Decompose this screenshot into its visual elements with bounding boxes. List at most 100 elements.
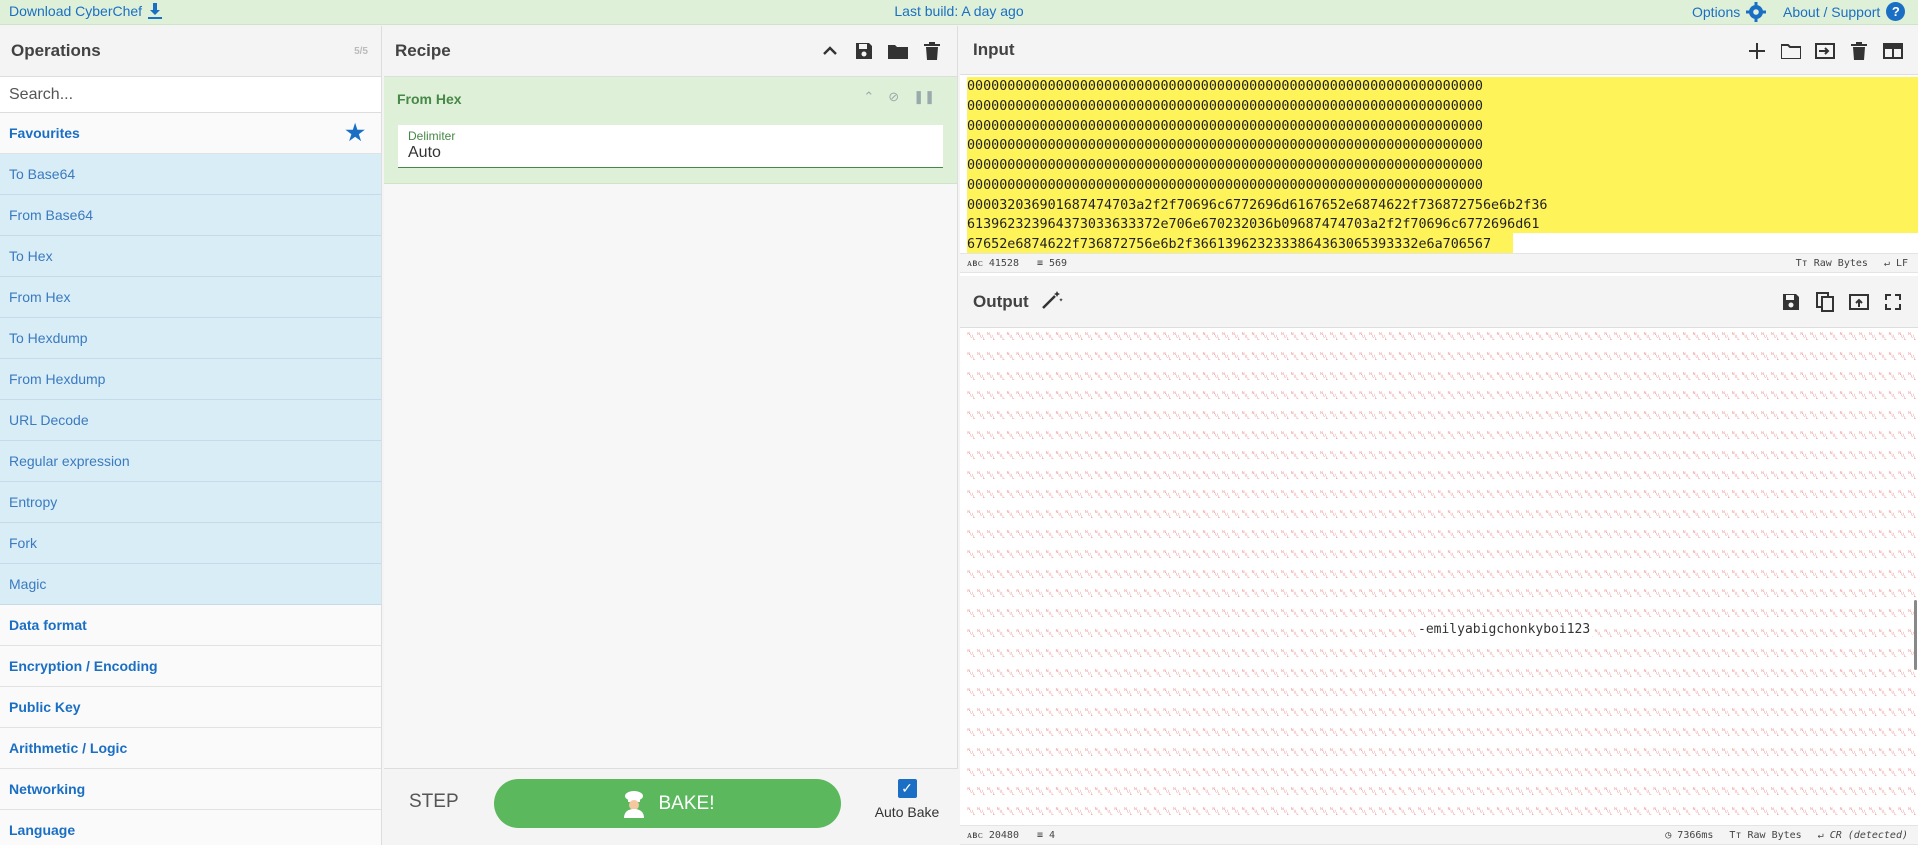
recipe-operation-from-hex[interactable]: From Hex ⌃ ⊘ ❚❚ Delimiter Auto (384, 77, 957, 184)
operation-item[interactable]: To Base64 (0, 154, 381, 195)
output-row: ␀␀␀␀␀␀␀␀␀␀␀␀␀␀␀␀␀␀␀␀␀␀␀␀␀␀␀␀␀␀␀␀␀␀␀␀␀␀␀␀… (967, 330, 1917, 343)
save-icon (1783, 294, 1799, 310)
step-button[interactable]: STEP (409, 791, 459, 813)
operations-count: 5/5 (354, 46, 368, 57)
operation-item[interactable]: From Base64 (0, 195, 381, 236)
clear-recipe-button[interactable] (921, 40, 943, 62)
input-title: Input (973, 40, 1015, 59)
output-lines-value: 4 (1049, 830, 1056, 841)
maximise-output-button[interactable] (1882, 291, 1904, 313)
magic-wand-icon[interactable] (1041, 290, 1063, 315)
search-box (0, 77, 381, 113)
category-data-format[interactable]: Data format (0, 605, 381, 646)
reset-layout-button[interactable] (1882, 40, 1904, 62)
copy-icon (1816, 292, 1834, 312)
operations-title: Operations (11, 41, 101, 60)
delimiter-label: Delimiter (408, 129, 456, 143)
breakpoint-pause-icon[interactable]: ❚❚ (913, 89, 935, 105)
input-chr-enc-button[interactable]: Tт Raw Bytes (1796, 258, 1868, 269)
auto-bake-label: Auto Bake (874, 804, 940, 820)
auto-bake-toggle[interactable]: ✓ Auto Bake (868, 779, 946, 820)
favourites-list: To Base64 From Base64 To Hex From Hex To… (0, 154, 381, 605)
output-row: ␀␀␀␀␀␀␀␀␀␀␀␀␀␀␀␀␀␀␀␀␀␀␀␀␀␀␀␀␀␀␀␀␀␀␀␀␀␀␀␀… (967, 428, 1917, 442)
input-eol-button[interactable]: ↵ LF (1884, 258, 1908, 269)
output-lines-stat: ≡ 4 (1036, 830, 1056, 841)
output-textarea[interactable]: ␀␀␀␀␀␀␀␀␀␀␀␀␀␀␀␀␀␀␀␀␀␀␀␀␀␀␀␀␀␀␀␀␀␀␀␀␀␀␀␀… (960, 328, 1918, 825)
output-row: ␀␀␀␀␀␀␀␀␀␀␀␀␀␀␀␀␀␀␀␀␀␀␀␀␀␀␀␀␀␀␀␀␀␀␀␀␀␀␀␀… (967, 349, 1917, 363)
replace-input-button[interactable] (1848, 291, 1870, 313)
operations-panel: Operations 5/5 Favourites ★ To Base64 Fr… (0, 26, 382, 845)
output-eol-button[interactable]: ↵ CR (detected) (1818, 830, 1908, 841)
output-scrollbar[interactable] (1914, 600, 1917, 670)
clear-input-button[interactable] (1848, 40, 1870, 62)
operation-item[interactable]: URL Decode (0, 400, 381, 441)
operation-item[interactable]: From Hexdump (0, 359, 381, 400)
save-recipe-button[interactable] (853, 40, 875, 62)
output-row: ␀␀␀␀␀␀␀␀␀␀␀␀␀␀␀␀␀␀␀␀␀␀␀␀␀␀␀␀␀␀␀␀␀␀␀␀␀␀␀␀… (967, 409, 1917, 423)
output-row: ␀␀␀␀␀␀␀␀␀␀␀␀␀␀␀␀␀␀␀␀␀␀␀␀␀␀␀␀␀␀␀␀␀␀␀␀␀␀␀␀… (967, 369, 1917, 383)
output-row: ␀␀␀␀␀␀␀␀␀␀␀␀␀␀␀␀␀␀␀␀␀␀␀␀␀␀␀␀␀␀␀␀␀␀␀␀␀␀␀␀… (967, 448, 1917, 462)
open-file-button[interactable] (1814, 40, 1836, 62)
output-chr-enc-button[interactable]: Tт Raw Bytes (1729, 830, 1801, 841)
operation-item[interactable]: Fork (0, 523, 381, 564)
output-decoded-text: -emilyabigchonkyboi123 (1416, 622, 1593, 637)
category-networking[interactable]: Networking (0, 769, 381, 810)
delimiter-field[interactable]: Delimiter Auto (398, 125, 943, 168)
input-line: 0000000000000000000000000000000000000000… (967, 158, 1483, 173)
operation-item[interactable]: Magic (0, 564, 381, 605)
operations-header: Operations 5/5 (0, 26, 381, 77)
operation-item[interactable]: To Hex (0, 236, 381, 277)
operation-item[interactable]: From Hex (0, 277, 381, 318)
options-label: Options (1692, 4, 1741, 20)
operation-item[interactable]: To Hexdump (0, 318, 381, 359)
auto-bake-checkbox[interactable]: ✓ (897, 779, 917, 798)
file-input-icon (1815, 43, 1835, 59)
search-input[interactable] (0, 77, 381, 112)
last-build-link[interactable]: Last build: A day ago (894, 3, 1023, 19)
output-row: ␀␀␀␀␀␀␀␀␀␀␀␀␀␀␀␀␀␀␀␀␀␀␀␀␀␀␀␀␀␀␀␀␀␀␀␀␀␀␀␀… (967, 547, 1917, 561)
open-folder-button[interactable] (1780, 40, 1802, 62)
bake-time-stat: ◷ 7366ms (1665, 830, 1714, 841)
download-cyberchef-link[interactable]: Download CyberChef (9, 3, 163, 19)
output-length-stat: ᴀʙᴄ 20480 (967, 830, 1019, 841)
category-arithmetic-logic[interactable]: Arithmetic / Logic (0, 728, 381, 769)
category-encryption-encoding[interactable]: Encryption / Encoding (0, 646, 381, 687)
output-row: ␀␀␀␀␀␀␀␀␀␀␀␀␀␀␀␀␀␀␀␀␀␀␀␀␀␀␀␀␀␀␀␀␀␀␀␀␀␀␀␀… (967, 567, 1917, 581)
input-panel: Input 0000000000000000000000000000000000… (960, 26, 1918, 276)
input-line: 0000000000000000000000000000000000000000… (967, 98, 1483, 114)
output-row: ␀␀␀␀␀␀␀␀␀␀␀␀␀␀␀␀␀␀␀␀␀␀␀␀␀␀␀␀␀␀␀␀␀␀␀␀␀␀␀␀… (967, 488, 1917, 502)
category-public-key[interactable]: Public Key (0, 687, 381, 728)
category-language[interactable]: Language (0, 810, 381, 845)
about-support-link[interactable]: About / Support ? (1783, 2, 1906, 21)
input-textarea[interactable]: 0000000000000000000000000000000000000000… (960, 75, 1918, 257)
trash-icon (924, 42, 940, 60)
options-link[interactable]: Options (1692, 2, 1767, 22)
input-line: 67652e6874622f736872756e6b2f366139623233… (967, 237, 1492, 252)
chevron-up-icon[interactable]: ⌃ (863, 89, 874, 105)
trash-icon (1851, 42, 1867, 60)
category-favourites[interactable]: Favourites ★ (0, 113, 381, 154)
output-row: ␀␀␀␀␀␀␀␀␀␀␀␀␀␀␀␀␀␀␀␀␀␀␀␀␀␀␀␀␀␀␀␀␀␀␀␀␀␀␀␀… (967, 686, 1917, 700)
operation-item[interactable]: Entropy (0, 482, 381, 523)
bake-button[interactable]: BAKE! (494, 779, 841, 828)
output-row: ␀␀␀␀␀␀␀␀␀␀␀␀␀␀␀␀␀␀␀␀␀␀␀␀␀␀␀␀␀␀␀␀␀␀␀␀␀␀␀␀… (967, 468, 1917, 482)
output-row: ␀␀␀␀␀␀␀␀␀␀␀␀␀␀␀␀␀␀␀␀␀␀␀␀␀␀␀␀␀␀␀␀␀␀␀␀␀␀␀␀… (967, 587, 1917, 601)
chevron-up-icon (823, 46, 837, 55)
output-row: ␀␀␀␀␀␀␀␀␀␀␀␀␀␀␀␀␀␀␀␀␀␀␀␀␀␀␀␀␀␀␀␀␀␀␀␀␀␀␀␀… (967, 508, 1917, 522)
output-row: ␀␀␀␀␀␀␀␀␀␀␀␀␀␀␀␀␀␀␀␀␀␀␀␀␀␀␀␀␀␀␀␀␀␀␀␀␀␀␀␀… (967, 527, 1917, 541)
input-line: 000032036901687474703a2f2f70696c6772696d… (967, 197, 1548, 213)
input-length-value: 41528 (988, 258, 1019, 269)
load-recipe-button[interactable] (887, 40, 909, 62)
disable-icon[interactable]: ⊘ (888, 89, 899, 105)
top-bar: Download CyberChef Last build: A day ago… (0, 0, 1918, 25)
download-label: Download CyberChef (9, 3, 143, 19)
copy-output-button[interactable] (1814, 291, 1836, 313)
output-row: ␀␀␀␀␀␀␀␀␀␀␀␀␀␀␀␀␀␀␀␀␀␀␀␀␀␀␀␀␀␀␀␀␀␀␀␀␀␀␀␀… (967, 389, 1917, 403)
collapse-all-button[interactable] (819, 40, 841, 62)
output-length-value: 20480 (988, 830, 1019, 841)
operation-item[interactable]: Regular expression (0, 441, 381, 482)
bake-time-value: 7366ms (1677, 830, 1714, 841)
add-tab-button[interactable] (1746, 40, 1768, 62)
save-output-button[interactable] (1780, 291, 1802, 313)
output-control-chars: ␀␀␀␀␀␀␀␀␀␀␀␀␀␀␀␀␀␀␀␀␀␀␀␀␀␀␀␀␀␀␀␀␀␀␀␀␀␀␀␀… (967, 330, 1917, 825)
